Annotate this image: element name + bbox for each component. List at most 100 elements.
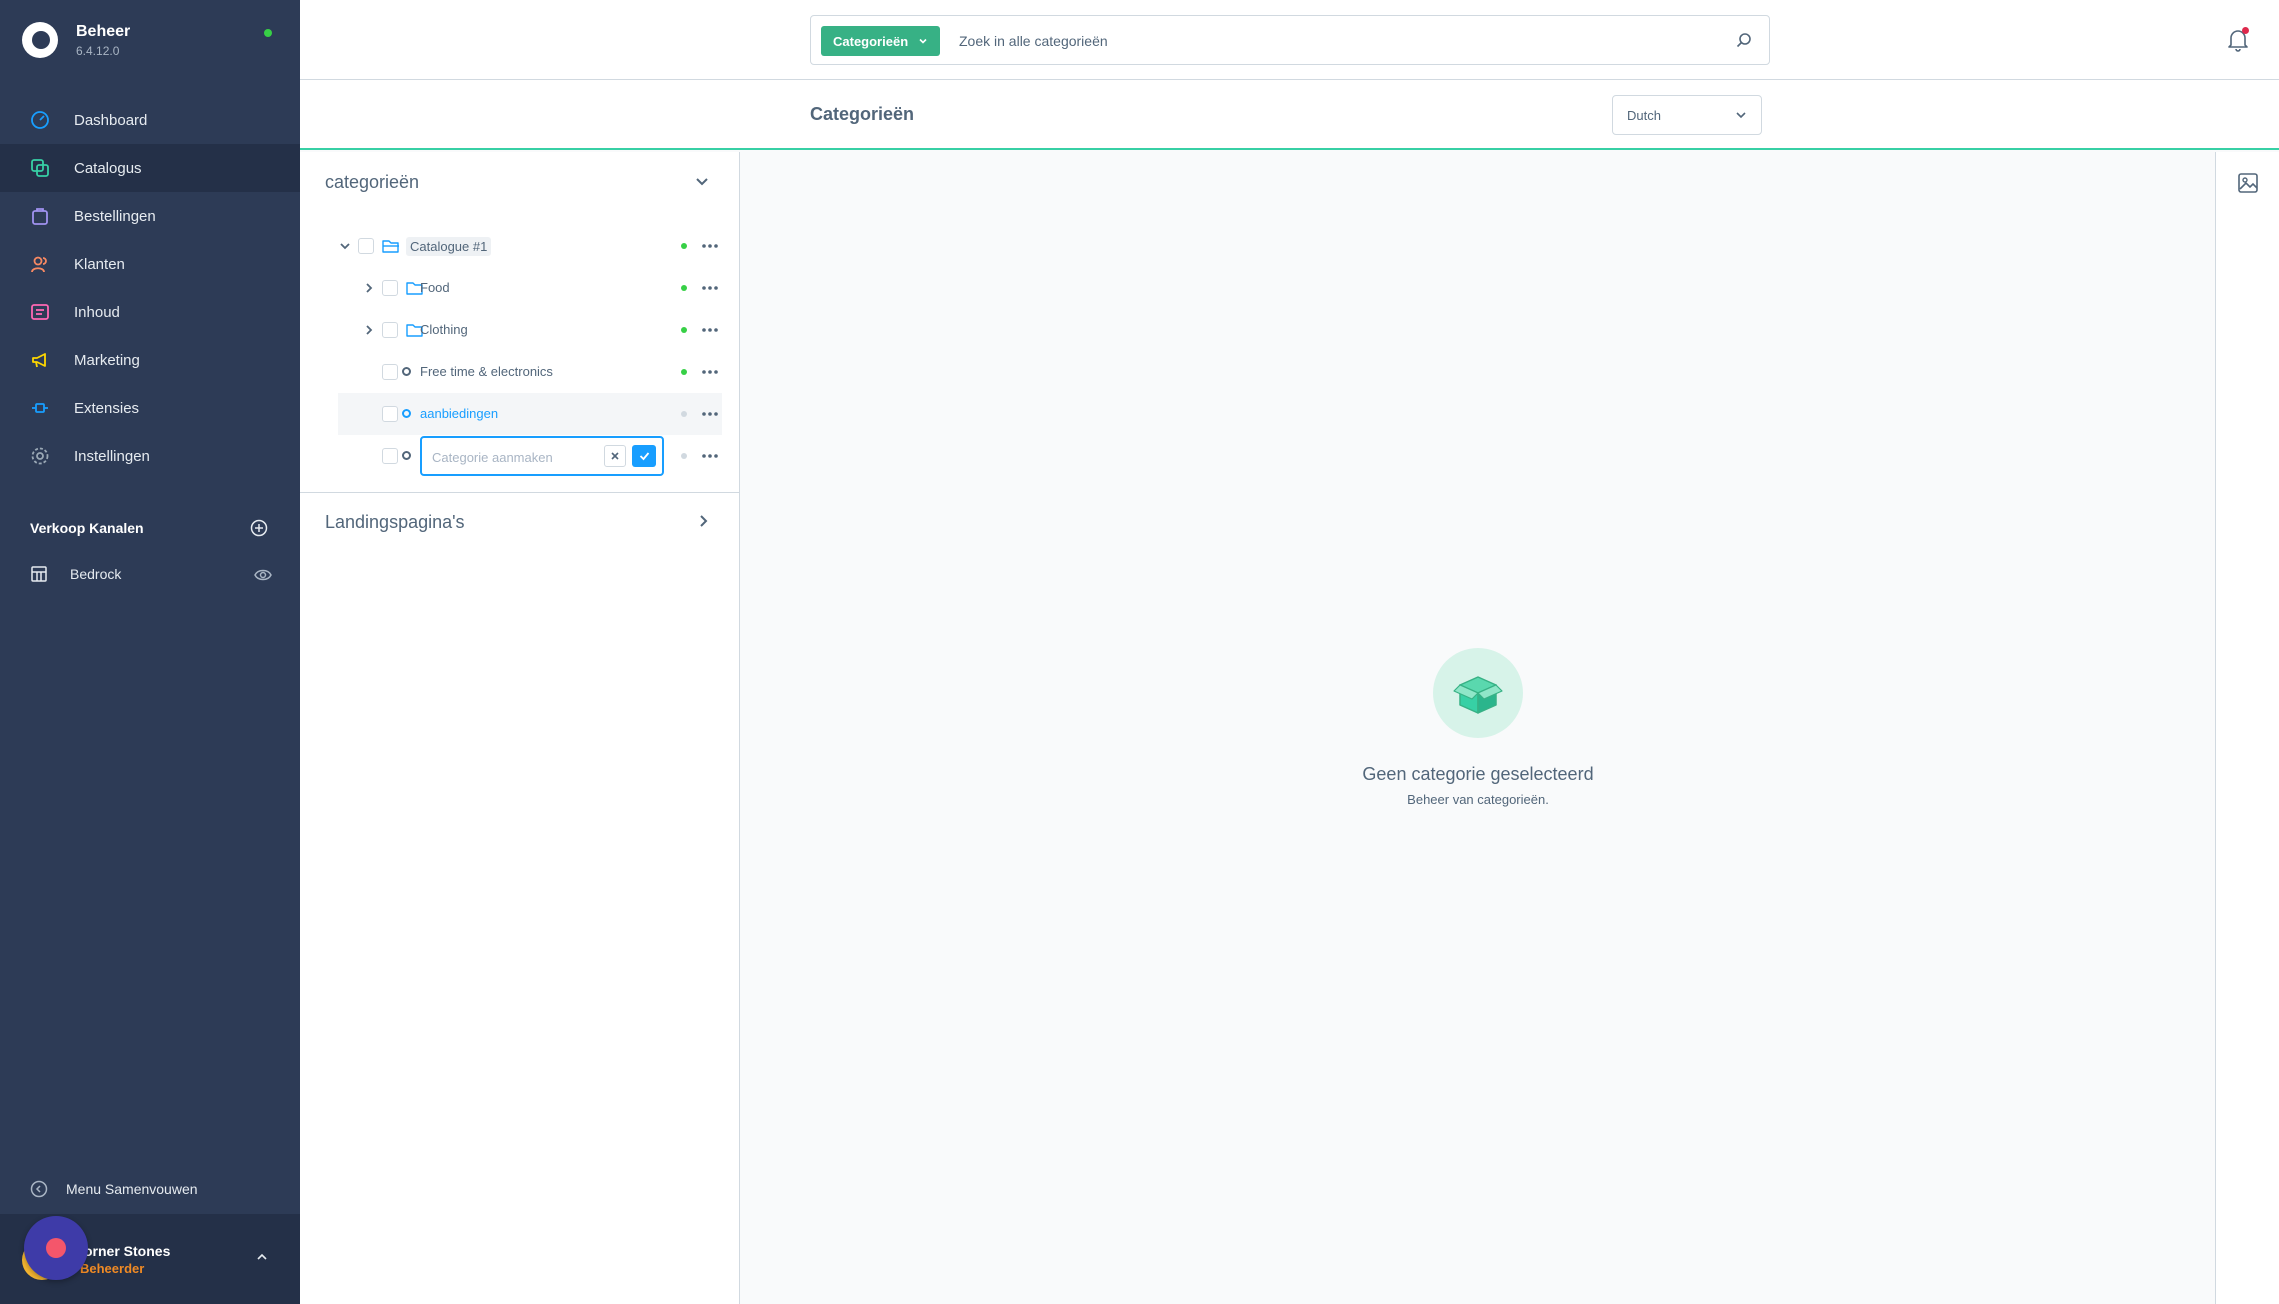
- search-input[interactable]: [959, 28, 1719, 54]
- tree-item-clothing[interactable]: Clothing: [338, 309, 722, 351]
- collapse-menu-button[interactable]: Menu Samenvouwen: [30, 1180, 198, 1198]
- orders-icon: [30, 206, 50, 226]
- search-icon[interactable]: [1735, 31, 1753, 49]
- nav-item-marketing[interactable]: Marketing: [0, 336, 300, 384]
- nav-label: Instellingen: [74, 447, 150, 465]
- checkmark-icon: [639, 452, 649, 461]
- new-category-input[interactable]: [432, 446, 592, 468]
- folder-open-icon: [382, 240, 399, 253]
- marketing-icon: [30, 350, 50, 370]
- record-dot-icon: [46, 1238, 66, 1258]
- nav-label: Marketing: [74, 351, 140, 369]
- notification-badge: [2242, 27, 2249, 34]
- smart-bar: Categorieën Dutch: [300, 80, 2279, 150]
- nav-label: Klanten: [74, 255, 125, 273]
- main-nav: Dashboard Catalogus Bestellingen Klanten…: [0, 96, 300, 480]
- tree-checkbox[interactable]: [382, 322, 398, 338]
- active-status-dot: [681, 285, 687, 291]
- chevron-right-icon[interactable]: [362, 323, 376, 337]
- user-name: orner Stones: [84, 1243, 171, 1259]
- more-options-icon[interactable]: [701, 243, 719, 249]
- nav-item-extensies[interactable]: Extensies: [0, 384, 300, 432]
- sales-channel-label: Bedrock: [70, 566, 122, 582]
- nav-item-inhoud[interactable]: Inhoud: [0, 288, 300, 336]
- tree-item-label: Catalogue #1: [406, 237, 492, 256]
- collapse-label: Menu Samenvouwen: [66, 1181, 198, 1197]
- chevron-down-icon[interactable]: [338, 239, 352, 253]
- section-divider: [300, 492, 740, 493]
- shopware-logo: [22, 22, 58, 58]
- tree-checkbox[interactable]: [382, 448, 398, 464]
- nav-item-klanten[interactable]: Klanten: [0, 240, 300, 288]
- tree-item-catalogue[interactable]: Catalogue #1: [338, 225, 722, 267]
- leaf-bullet-icon: [402, 451, 411, 460]
- brand[interactable]: Beheer 6.4.12.0: [22, 22, 130, 58]
- leaf-bullet-icon: [402, 409, 411, 418]
- catalog-icon: [30, 158, 50, 178]
- sales-channels-title: Verkoop Kanalen: [30, 520, 144, 536]
- page-title: Categorieën: [810, 104, 915, 124]
- chevron-right-icon[interactable]: [362, 281, 376, 295]
- tree-item-food[interactable]: Food: [338, 267, 722, 309]
- category-tree-panel: categorieën Catalogue #1 Food Clothing F…: [300, 152, 740, 1304]
- add-sales-channel-icon[interactable]: [250, 519, 268, 537]
- tree-checkbox[interactable]: [382, 280, 398, 296]
- tree-checkbox[interactable]: [382, 364, 398, 380]
- sales-channel-bedrock[interactable]: Bedrock: [30, 565, 275, 583]
- nav-item-catalogus[interactable]: Catalogus: [0, 144, 300, 192]
- collapse-icon: [30, 1180, 48, 1198]
- nav-item-bestellingen[interactable]: Bestellingen: [0, 192, 300, 240]
- categories-section-title[interactable]: categorieën: [325, 172, 419, 193]
- inactive-status-dot: [681, 453, 687, 459]
- nav-label: Catalogus: [74, 159, 142, 177]
- tree-item-aanbiedingen[interactable]: aanbiedingen: [338, 393, 722, 435]
- chevron-up-icon[interactable]: [256, 1251, 268, 1263]
- nav-label: Dashboard: [74, 111, 148, 129]
- search-type-selector[interactable]: Categorieën: [821, 26, 941, 56]
- language-value: Dutch: [1627, 107, 1661, 123]
- active-status-dot: [681, 369, 687, 375]
- cancel-new-category-button[interactable]: [604, 445, 626, 467]
- more-options-icon[interactable]: [701, 369, 719, 375]
- tree-item-free-time[interactable]: Free time & electronics: [338, 351, 722, 393]
- close-icon: [611, 452, 619, 460]
- right-sidebar: [2215, 152, 2279, 1304]
- search-type-label: Categorieën: [833, 33, 909, 49]
- active-status-dot: [681, 243, 687, 249]
- empty-state-subtitle: Beheer van categorieën.: [1407, 792, 1549, 807]
- new-category-field: [420, 436, 664, 476]
- settings-icon: [30, 446, 50, 466]
- brand-title: Beheer: [76, 22, 131, 40]
- floating-record-button[interactable]: [24, 1216, 88, 1280]
- admin-sidebar: Beheer 6.4.12.0 Dashboard Catalogus Best…: [0, 0, 300, 1304]
- top-bar: Categorieën: [300, 0, 2279, 80]
- brand-version: 6.4.12.0: [76, 43, 120, 58]
- tree-checkbox[interactable]: [358, 238, 374, 254]
- more-options-icon[interactable]: [701, 453, 719, 459]
- customers-icon: [30, 254, 50, 274]
- language-switch[interactable]: Dutch: [1612, 95, 1762, 135]
- more-options-icon[interactable]: [701, 285, 719, 291]
- more-options-icon[interactable]: [701, 327, 719, 333]
- confirm-new-category-button[interactable]: [632, 445, 656, 467]
- user-role: Beheerder: [80, 1261, 145, 1276]
- dashboard-icon: [30, 110, 50, 130]
- nav-label: Extensies: [74, 399, 140, 417]
- tree-item-label: Food: [420, 280, 450, 295]
- category-detail-area: Geen categorie geselecteerd Beheer van c…: [741, 152, 2215, 1304]
- online-status-dot: [264, 29, 272, 37]
- landing-pages-section-title[interactable]: Landingspagina's: [325, 512, 465, 533]
- chevron-right-icon[interactable]: [696, 513, 712, 529]
- active-status-dot: [681, 327, 687, 333]
- empty-state-title: Geen categorie geselecteerd: [1362, 764, 1594, 784]
- nav-item-instellingen[interactable]: Instellingen: [0, 432, 300, 480]
- storefront-icon: [31, 566, 47, 582]
- eye-icon[interactable]: [254, 568, 272, 582]
- image-media-icon[interactable]: [2237, 172, 2259, 194]
- chevron-down-icon: [1736, 112, 1746, 119]
- leaf-bullet-icon: [402, 367, 411, 376]
- chevron-down-icon[interactable]: [694, 174, 710, 190]
- more-options-icon[interactable]: [701, 411, 719, 417]
- tree-checkbox[interactable]: [382, 406, 398, 422]
- nav-item-dashboard[interactable]: Dashboard: [0, 96, 300, 144]
